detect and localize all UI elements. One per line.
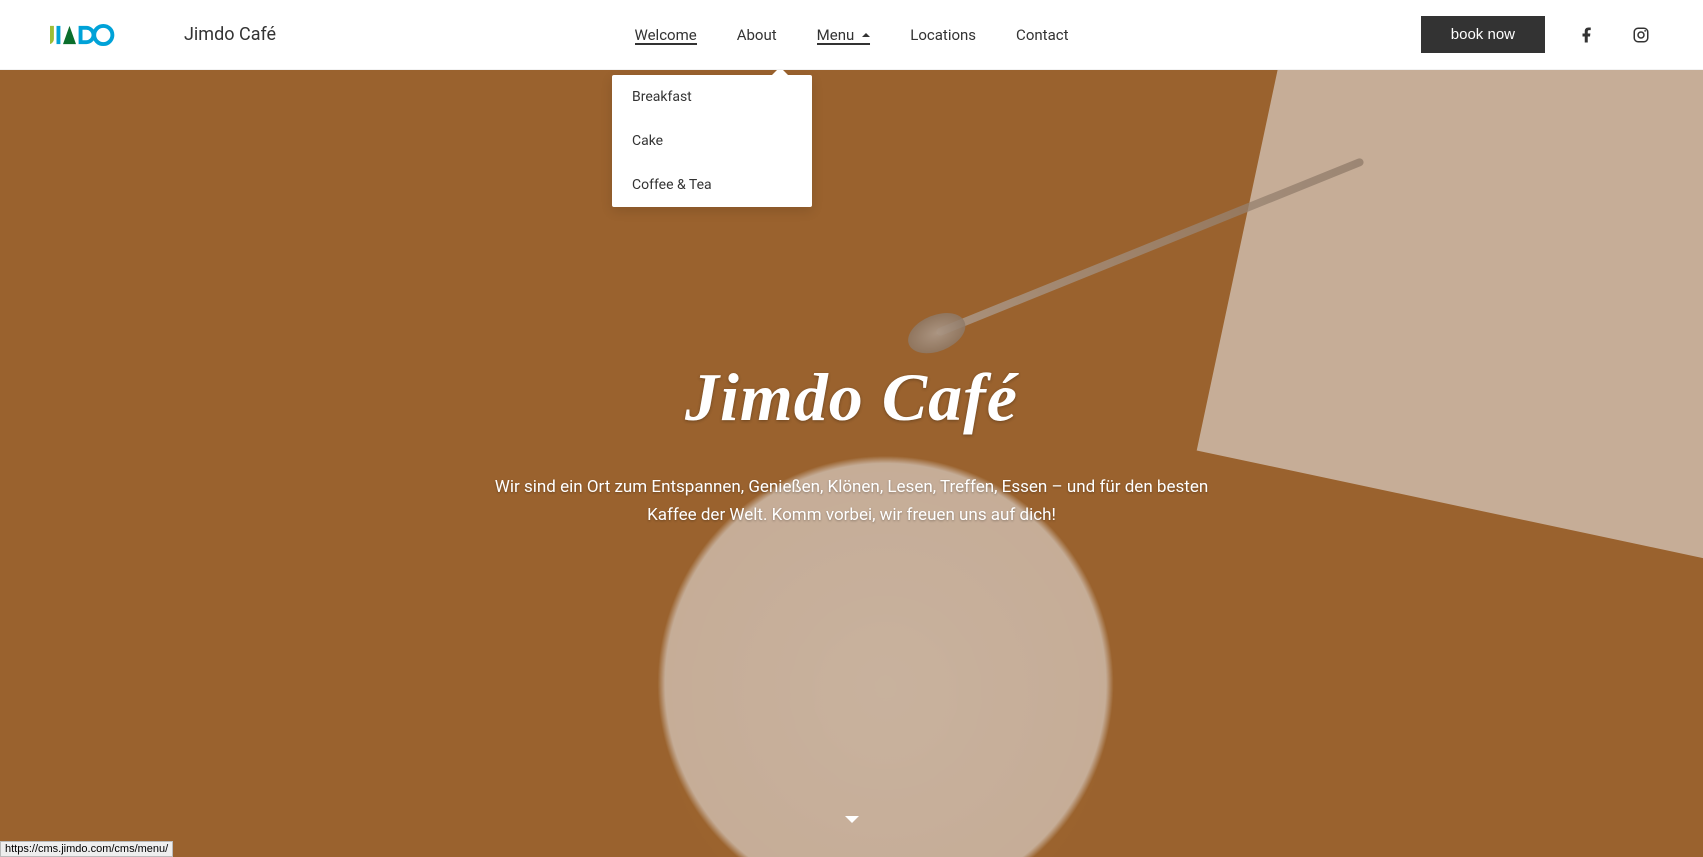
facebook-link[interactable] <box>1575 23 1599 47</box>
site-header: JIMDO Jimdo Café Welcome About Menu Loca… <box>0 0 1703 70</box>
nav-contact[interactable]: Contact <box>996 0 1088 69</box>
nav-underline <box>635 43 697 45</box>
browser-statusbar: https://cms.jimdo.com/cms/menu/ <box>0 841 173 857</box>
hero-content: Jimdo Café Wir sind ein Ort zum Entspann… <box>0 70 1703 857</box>
hero-section: Jimdo Café Wir sind ein Ort zum Entspann… <box>0 70 1703 857</box>
nav-menu[interactable]: Menu <box>797 0 891 69</box>
dropdown-coffee-tea[interactable]: Coffee & Tea <box>612 163 812 207</box>
header-right: book now <box>1421 16 1653 53</box>
nav-locations[interactable]: Locations <box>890 0 996 69</box>
main-nav: Welcome About Menu Locations Contact <box>615 0 1089 69</box>
jimdo-logo[interactable]: JIMDO <box>50 23 154 47</box>
nav-label: Welcome <box>635 26 697 44</box>
instagram-icon <box>1632 26 1650 44</box>
nav-about[interactable]: About <box>717 0 797 69</box>
facebook-icon <box>1578 26 1596 44</box>
hero-title: Jimdo Café <box>685 358 1018 437</box>
nav-label: Menu <box>817 26 855 44</box>
menu-dropdown: Breakfast Cake Coffee & Tea <box>612 75 812 207</box>
nav-underline <box>1016 43 1068 45</box>
dropdown-cake[interactable]: Cake <box>612 119 812 163</box>
instagram-link[interactable] <box>1629 23 1653 47</box>
site-title[interactable]: Jimdo Café <box>184 24 276 45</box>
nav-welcome[interactable]: Welcome <box>615 0 717 69</box>
jimdo-logo-icon: JIMDO <box>50 23 154 47</box>
nav-label: About <box>737 26 777 44</box>
dropdown-breakfast[interactable]: Breakfast <box>612 75 812 119</box>
nav-label: Contact <box>1016 26 1068 44</box>
hero-subtitle: Wir sind ein Ort zum Entspannen, Genieße… <box>482 473 1222 529</box>
book-now-button[interactable]: book now <box>1421 16 1545 53</box>
scroll-down-arrow-icon[interactable] <box>845 816 859 823</box>
nav-underline <box>910 43 976 45</box>
nav-underline <box>817 43 871 45</box>
nav-underline <box>737 43 777 45</box>
nav-label: Locations <box>910 26 976 44</box>
